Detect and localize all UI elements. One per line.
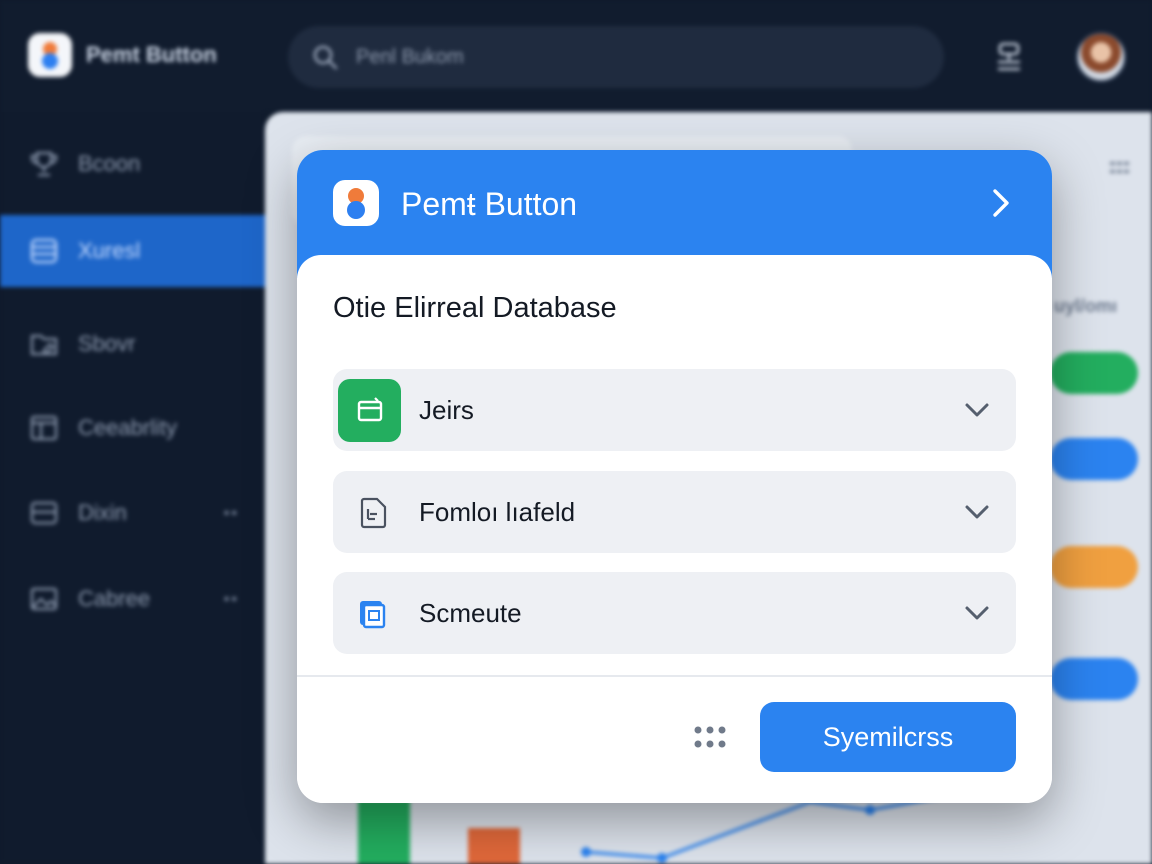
list-item-label: Jeirs bbox=[419, 395, 474, 425]
list-item[interactable]: Fomloı lıafeld bbox=[333, 471, 1016, 553]
sidebar-item-label: Xuresl bbox=[78, 238, 141, 263]
user-card-icon[interactable] bbox=[992, 40, 1026, 74]
status-pill[interactable] bbox=[1050, 352, 1138, 394]
search-bar[interactable]: Penl Bukom bbox=[288, 26, 944, 88]
sidebar-item-label: Sbovr bbox=[78, 331, 136, 356]
modal-title: Pemŧ Button bbox=[401, 186, 578, 222]
folder-edit-icon bbox=[30, 334, 58, 356]
list-item[interactable]: Jeirs bbox=[333, 369, 1016, 451]
layout-icon bbox=[30, 415, 58, 441]
status-pill[interactable] bbox=[1050, 438, 1138, 480]
sidebar: Bcoon Xuresl Sbovr Ceeabrlity Dixin •• C… bbox=[0, 112, 265, 864]
sidebar-item-cabree[interactable]: Cabree •• bbox=[0, 563, 265, 635]
chevron-down-icon[interactable] bbox=[963, 501, 991, 523]
section-title: Otie Elirreal Database bbox=[333, 292, 617, 324]
row-icon-tile bbox=[338, 379, 401, 442]
brand[interactable]: Pemt Button bbox=[28, 32, 217, 78]
status-pill[interactable] bbox=[1050, 658, 1138, 700]
list-item-label: Scmeute bbox=[419, 598, 522, 628]
content-label: uyl/omı bbox=[1054, 296, 1118, 316]
grid-menu-icon[interactable] bbox=[1108, 158, 1132, 178]
trophy-icon bbox=[30, 151, 58, 177]
avatar[interactable] bbox=[1076, 32, 1126, 82]
image-icon bbox=[30, 587, 58, 611]
status-pill[interactable] bbox=[1050, 546, 1138, 588]
list-item-label: Fomloı lıafeld bbox=[419, 497, 576, 527]
more-options-icon[interactable] bbox=[693, 724, 729, 750]
sidebar-item-sbovr[interactable]: Sbovr bbox=[0, 308, 265, 380]
sidebar-item-xuresl[interactable]: Xuresl bbox=[0, 215, 265, 287]
copy-icon bbox=[360, 601, 386, 629]
modal-dialog: Pemŧ Button Otie Elirreal Database Jeirs… bbox=[297, 150, 1052, 803]
more-dots-icon[interactable]: •• bbox=[224, 505, 239, 523]
more-dots-icon[interactable]: •• bbox=[224, 591, 239, 609]
sidebar-item-ceeabrlity[interactable]: Ceeabrlity bbox=[0, 392, 265, 464]
sidebar-item-label: Ceeabrlity bbox=[78, 415, 178, 440]
sidebar-item-dixin[interactable]: Dixin •• bbox=[0, 477, 265, 549]
app-logo-icon bbox=[28, 33, 72, 77]
calendar-icon bbox=[357, 397, 383, 422]
sidebar-item-label: Dixin bbox=[78, 500, 127, 525]
chevron-right-icon[interactable] bbox=[987, 186, 1015, 220]
app-logo-icon bbox=[333, 180, 379, 226]
top-bar: Pemt Button Penl Bukom bbox=[0, 0, 1152, 112]
chevron-down-icon[interactable] bbox=[963, 399, 991, 421]
sidebar-item-label: Cabree bbox=[78, 586, 151, 611]
document-list-icon bbox=[360, 497, 387, 529]
list-item[interactable]: Scmeute bbox=[333, 572, 1016, 654]
brand-title: Pemt Button bbox=[86, 42, 217, 67]
chevron-down-icon[interactable] bbox=[963, 602, 991, 624]
panel-icon bbox=[30, 501, 58, 525]
search-icon bbox=[313, 45, 338, 70]
search-input[interactable]: Penl Bukom bbox=[356, 46, 464, 69]
sidebar-item-bcoon[interactable]: Bcoon bbox=[0, 128, 265, 200]
database-icon bbox=[30, 238, 58, 264]
divider bbox=[297, 675, 1052, 677]
sidebar-item-label: Bcoon bbox=[78, 151, 141, 176]
primary-action-button[interactable]: Syemilcrss bbox=[760, 702, 1016, 772]
